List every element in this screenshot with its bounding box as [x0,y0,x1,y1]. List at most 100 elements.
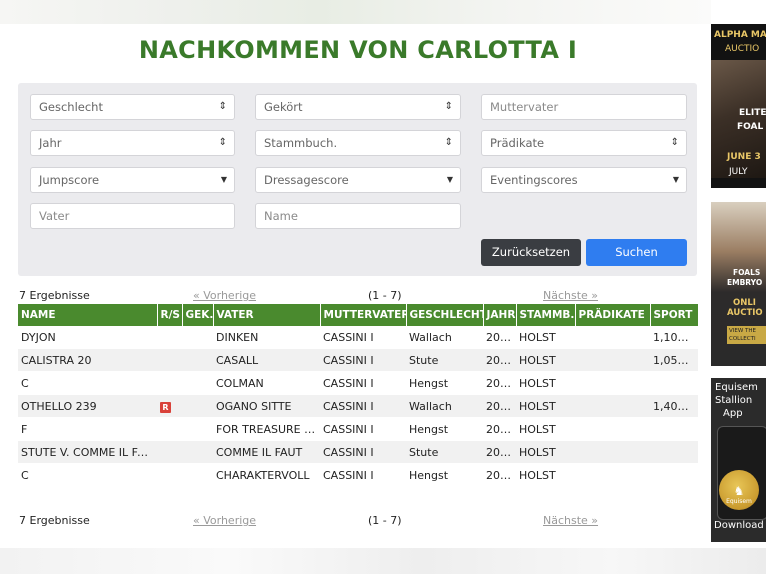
cell-gek [182,326,213,349]
cell-stammb: HOLST [516,440,575,464]
previous-page-link[interactable]: « Vorherige [193,289,256,302]
cell-geschlecht: Wallach [406,326,483,349]
table-row[interactable]: F FOR TREASURE VDL CASSINI I Hengst 2020 HOLS… [18,417,698,441]
cell-jahr: 2020 [483,417,516,441]
ad-text: FOALS [733,268,761,277]
cell-name[interactable]: STUTE V. COMME IL FAUT [18,440,157,464]
rs-badge: R [160,401,171,413]
next-page-link[interactable]: Nächste » [543,289,598,302]
table-row[interactable]: C COLMAN CASSINI I Hengst 2017 HOLST [18,371,698,395]
table-row[interactable]: CALISTRA 20 CASALL CASSINI I Stute 2016 HOLST… [18,348,698,372]
cell-name[interactable]: DYJON [18,326,157,349]
view-collection-button[interactable]: VIEW THE COLLECTI [727,326,766,344]
logo-text: Equisem [726,498,752,505]
reset-button[interactable]: Zurücksetzen [481,239,581,266]
jahr-select-label: Jahr [39,136,62,150]
cell-name[interactable]: F [18,417,157,441]
cell-gek [182,440,213,464]
cell-stammb: HOLST [516,463,575,487]
column-header[interactable]: SPORT [650,304,698,326]
jahr-select[interactable]: Jahr ⇕ [30,130,235,156]
name-input[interactable]: Name [255,203,461,229]
download-link[interactable]: Download [714,520,764,531]
caret-down-icon: ▼ [672,175,679,184]
geschlecht-select[interactable]: Geschlecht ⇕ [30,94,235,120]
cell-sport: 1,05m... [650,348,698,372]
eventingscores-select[interactable]: Eventingscores ▼ [481,167,687,193]
muttervater-input-placeholder: Muttervater [490,100,559,114]
cell-geschlecht: Stute [406,348,483,372]
dressagescore-select-label: Dressagescore [264,173,349,187]
auction-ad-banner[interactable]: ALPHA MA AUCTIO ELITE FOAL JUNE 3 JULY [711,24,766,188]
name-input-placeholder: Name [264,209,298,223]
pagination-bottom: 7 Ergebnisse « Vorherige (1 - 7) Nächste… [18,514,698,530]
stammbuch-select-label: Stammbuch. [264,136,338,150]
jumpscore-select-label: Jumpscore [39,173,100,187]
horse-head-icon: ♞ [733,484,745,498]
stallion-app-ad-banner[interactable]: Equisem Stallion App Equisem ♞ Download [711,378,766,542]
table-row[interactable]: OTHELLO 239 R OGANO SITTE CASSINI I Wallach 2… [18,394,698,418]
cell-geschlecht: Stute [406,440,483,464]
stammbuch-select[interactable]: Stammbuch. ⇕ [255,130,461,156]
muttervater-input[interactable]: Muttervater [481,94,687,120]
cell-name[interactable]: C [18,371,157,395]
column-header[interactable]: STAMMB. [516,304,576,326]
caret-down-icon: ▼ [446,175,453,184]
geschlecht-select-label: Geschlecht [39,100,103,114]
table-row[interactable]: C CHARAKTERVOLL CASSINI I Hengst 2023 HOLST [18,463,698,487]
dressagescore-select[interactable]: Dressagescore ▼ [255,167,461,193]
cell-stammb: HOLST [516,326,575,349]
previous-page-link[interactable]: « Vorherige [193,514,256,527]
updown-arrow-icon: ⇕ [218,137,227,148]
table-row[interactable]: DYJON DINKEN CASSINI I Wallach 2015 HOLST 1,10… [18,326,698,349]
ad-text: AUCTIO [727,308,763,318]
updown-arrow-icon: ⇕ [444,101,453,112]
column-header[interactable]: JAHR [483,304,517,326]
cell-rs [157,326,182,349]
cell-name[interactable]: CALISTRA 20 [18,348,157,372]
bottom-banner-blur [0,548,766,574]
cell-stammb: HOLST [516,371,575,395]
results-range: (1 - 7) [368,289,402,302]
column-header[interactable]: R/S [157,304,183,326]
next-page-link[interactable]: Nächste » [543,514,598,527]
cell-geschlecht: Hengst [406,371,483,395]
offspring-table: NAME R/S GEK. VATER MUTTERVATER GESCHLECHT JAH… [18,304,698,487]
column-header[interactable]: VATER [213,304,321,326]
cell-rs [157,463,182,487]
top-banner-blur [0,0,711,24]
column-header[interactable]: NAME [18,304,158,326]
column-header[interactable]: PRÄDIKATE [575,304,651,326]
cell-vater: COMME IL FAUT [213,440,320,464]
cell-muttervater: CASSINI I [320,463,406,487]
vater-input[interactable]: Vater [30,203,235,229]
gekoert-select[interactable]: Gekört ⇕ [255,94,461,120]
cell-jahr: 2015 [483,326,516,349]
table-row[interactable]: STUTE V. COMME IL FAUT COMME IL FAUT CASSI… [18,440,698,464]
cell-jahr: 2016 [483,348,516,372]
jumpscore-select[interactable]: Jumpscore ▼ [30,167,235,193]
cell-gek [182,394,213,418]
cell-sport [650,440,698,464]
cell-muttervater: CASSINI I [320,417,406,441]
cell-stammb: HOLST [516,348,575,372]
ad-text: AUCTIO [725,44,760,54]
cell-stammb: HOLST [516,394,575,418]
cell-praedikate [575,417,650,441]
cell-sport: 1,10m... [650,326,698,349]
search-button[interactable]: Suchen [586,239,687,266]
cell-name[interactable]: C [18,463,157,487]
page-title: NACHKOMMEN VON CARLOTTA I [138,36,578,64]
ad-text: Stallion [715,395,753,406]
praedikate-select[interactable]: Prädikate ⇕ [481,130,687,156]
gekoert-select-label: Gekört [264,100,303,114]
cell-praedikate [575,463,650,487]
cell-name[interactable]: OTHELLO 239 [18,394,157,418]
column-header[interactable]: GESCHLECHT [406,304,484,326]
results-count: 7 Ergebnisse [19,514,90,527]
cell-sport [650,463,698,487]
column-header[interactable]: MUTTERVATER [320,304,407,326]
column-header[interactable]: GEK. [182,304,214,326]
embryo-auction-ad-banner[interactable]: FOALS EMBRYO ONLI AUCTIO VIEW THE COLLEC… [711,202,766,366]
cell-geschlecht: Hengst [406,417,483,441]
